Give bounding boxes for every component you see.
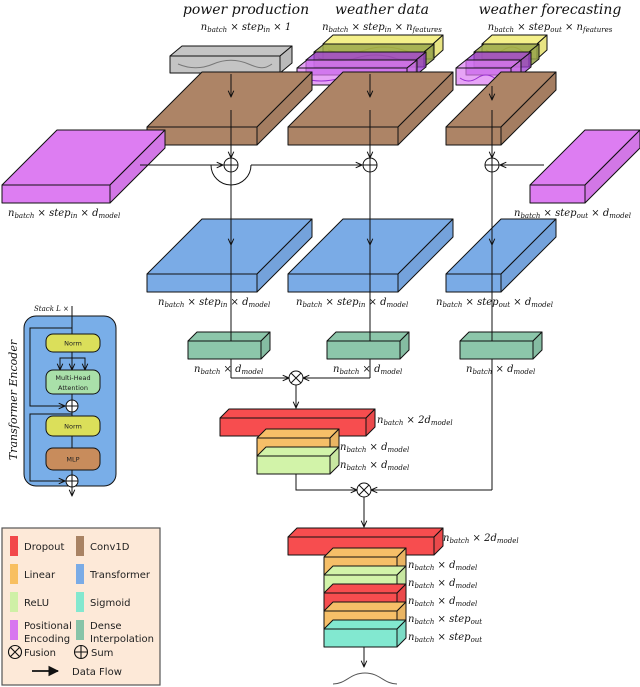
head1-dims-dropout: nbatch × 2dmodel <box>377 415 453 427</box>
fusion-op-1 <box>288 370 304 386</box>
power-input-block <box>169 45 293 74</box>
head2-dims-0: nbatch × 2dmodel <box>443 533 519 545</box>
dims-positional-right: nbatch × stepout × dmodel <box>514 208 631 220</box>
mha-label-line1: Multi-Head <box>55 374 90 382</box>
legend-flow-label: Data Flow <box>72 667 122 678</box>
legend-label-line2: Interpolation <box>90 634 154 645</box>
head2-sigmoid <box>323 619 407 648</box>
head1-dims-linear: nbatch × dmodel <box>340 442 409 454</box>
head1-relu <box>256 446 340 475</box>
legend-swatch <box>10 536 18 556</box>
head2-dims-4: nbatch × stepout <box>408 614 482 626</box>
legend-label: Sigmoid <box>90 598 130 609</box>
transformer-block-a <box>146 218 313 293</box>
transformer-block-c <box>445 218 557 293</box>
dims-positional-left: nbatch × stepin × dmodel <box>8 208 120 220</box>
legend: Dropout Conv1D Linear Transformer ReLU Sigmoi… <box>1 527 161 686</box>
conv1d-block-power <box>146 71 313 146</box>
mlp-label: MLP <box>66 456 79 464</box>
dims-dense-b: nbatch × dmodel <box>333 364 402 376</box>
dims-weather-forecast: nbatch × stepout × nfeatures <box>488 22 613 34</box>
norm-label-2: Norm <box>64 423 82 431</box>
legend-label: Conv1D <box>90 542 130 553</box>
fusion-op-2 <box>356 482 372 498</box>
head2-dims-2: nbatch × dmodel <box>408 578 477 590</box>
dense-interpolation-a <box>187 331 271 360</box>
head1-dims-relu: nbatch × dmodel <box>340 460 409 472</box>
legend-label: Linear <box>24 570 56 581</box>
dims-transformer-a: nbatch × stepin × dmodel <box>158 297 270 309</box>
head1-to-fusion <box>295 474 357 490</box>
encoder-title: Transformer Encoder <box>7 339 20 460</box>
legend-swatch <box>76 592 84 612</box>
legend-label-line2: Encoding <box>24 634 70 645</box>
output-signal-wave <box>332 672 398 685</box>
head2-dims-5: nbatch × stepout <box>408 632 482 644</box>
sum-op-weather <box>362 157 378 173</box>
dense-interpolation-c <box>459 331 543 360</box>
stack-label: Stack L × <box>34 305 69 313</box>
title-weather-forecasting: weather forecasting <box>479 2 622 18</box>
title-power-production: power production <box>183 2 309 18</box>
positional-encoding-right <box>529 129 640 204</box>
legend-label: Transformer <box>89 570 151 581</box>
dims-power-production: nbatch × stepin × 1 <box>201 22 291 34</box>
legend-sum-label: Sum <box>91 648 113 659</box>
dims-transformer-c: nbatch × stepout × dmodel <box>436 297 553 309</box>
legend-swatch <box>10 564 18 584</box>
positional-encoding-left <box>1 129 166 204</box>
dense-interpolation-b <box>326 331 410 360</box>
head2-dims-3: nbatch × dmodel <box>408 596 477 608</box>
sum-op-power <box>223 157 239 173</box>
sum-op-forecast <box>484 157 500 173</box>
legend-swatch <box>10 620 18 640</box>
transformer-encoder-panel: Stack L × Transformer Encoder Norm Multi… <box>7 305 117 496</box>
legend-label: Dense <box>90 621 122 632</box>
dims-dense-a: nbatch × dmodel <box>194 364 263 376</box>
legend-swatch <box>76 564 84 584</box>
legend-label: ReLU <box>24 598 49 609</box>
dims-dense-c: nbatch × dmodel <box>466 364 535 376</box>
norm-label-1: Norm <box>64 340 82 348</box>
head2-dims-1: nbatch × dmodel <box>408 560 477 572</box>
legend-label: Dropout <box>24 542 65 553</box>
legend-swatch <box>10 592 18 612</box>
legend-fusion-label: Fusion <box>24 648 56 659</box>
dims-weather-data: nbatch × stepin × nfeatures <box>322 22 442 34</box>
legend-label: Positional <box>24 621 72 632</box>
legend-swatch <box>76 620 84 640</box>
title-weather-data: weather data <box>335 2 429 18</box>
dims-transformer-b: nbatch × stepin × dmodel <box>296 297 408 309</box>
power-signal-box <box>169 45 293 74</box>
legend-swatch <box>76 536 84 556</box>
mha-label-line2: Attention <box>58 384 88 392</box>
architecture-diagram: power production weather data weather fo… <box>1 2 640 686</box>
